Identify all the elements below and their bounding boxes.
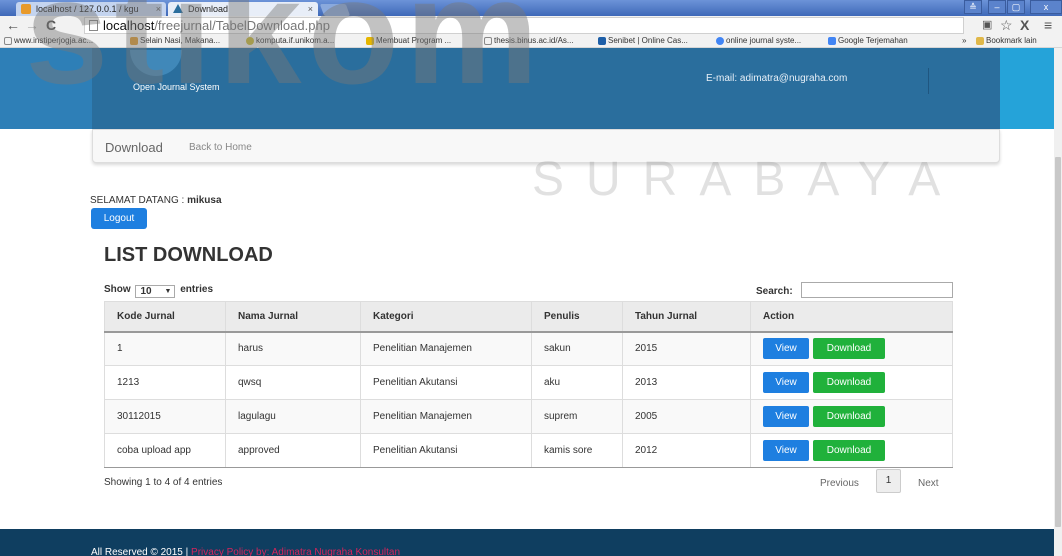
bookmark-item[interactable]: Senibet | Online Cas... <box>598 35 688 47</box>
download-button[interactable]: Download <box>813 406 885 427</box>
view-button[interactable]: View <box>763 372 809 393</box>
cell-penulis: kamis sore <box>531 433 623 468</box>
download-button[interactable]: Download <box>813 338 885 360</box>
bookmark-label: Bookmark lain <box>986 36 1037 45</box>
page-title: LIST DOWNLOAD <box>104 244 273 266</box>
cell-nama: approved <box>225 433 361 468</box>
cell-kategori: Penelitian Akutansi <box>360 365 532 400</box>
table-row: 30112015 lagulagu Penelitian Manajemen s… <box>104 399 953 434</box>
cell-tahun: 2005 <box>622 399 751 434</box>
table-header-row: Kode Jurnal Nama Jurnal Kategori Penulis… <box>104 301 953 333</box>
cell-action: View Download <box>750 331 953 366</box>
header-side-accent <box>1000 48 1062 129</box>
search-label: Search: <box>756 286 793 297</box>
back-to-home-link[interactable]: Back to Home <box>189 142 252 153</box>
bookmark-label: Senibet | Online Cas... <box>608 36 688 45</box>
view-button[interactable]: View <box>763 440 809 461</box>
cell-nama: harus <box>225 331 361 366</box>
folder-icon <box>976 37 984 45</box>
window-menu-button[interactable]: ≙ <box>964 0 982 14</box>
pagination-next[interactable]: Next <box>918 478 939 489</box>
cell-kode: coba upload app <box>104 433 226 468</box>
bookmark-item[interactable]: Google Terjemahan <box>828 35 908 47</box>
minimize-button[interactable]: – <box>988 0 1006 14</box>
cell-tahun: 2015 <box>622 331 751 366</box>
watermark-subtitle: SURABAYA <box>532 153 963 206</box>
view-button[interactable]: View <box>763 406 809 427</box>
bookmark-label: Google Terjemahan <box>838 36 908 45</box>
cell-nama: lagulagu <box>225 399 361 434</box>
table-row: coba upload app approved Penelitian Akut… <box>104 433 953 468</box>
cell-tahun: 2012 <box>622 433 751 468</box>
maximize-button[interactable]: ▢ <box>1007 0 1025 14</box>
cell-penulis: sakun <box>531 331 623 366</box>
dropdown-caret-icon: ▼ <box>164 288 172 295</box>
selected-length: 10 <box>140 286 152 297</box>
cell-penulis: aku <box>531 365 623 400</box>
close-window-button[interactable]: x <box>1030 0 1062 14</box>
translate-icon <box>828 37 836 45</box>
google-icon <box>716 37 724 45</box>
extension-x-icon[interactable]: X <box>1020 17 1029 34</box>
entries-per-page-select[interactable]: 10 ▼ <box>135 285 176 298</box>
cell-action: View Download <box>750 399 953 434</box>
chrome-menu-icon[interactable]: ≡ <box>1044 17 1052 34</box>
view-button[interactable]: View <box>763 338 809 360</box>
header-email: E-mail: adimatra@nugraha.com <box>706 73 848 84</box>
translate-icon[interactable]: ▣ <box>982 17 992 34</box>
welcome-label: SELAMAT DATANG : <box>90 195 185 206</box>
bookmark-folder[interactable]: Bookmark lain <box>976 35 1037 47</box>
cell-nama: qwsq <box>225 365 361 400</box>
cell-tahun: 2013 <box>622 365 751 400</box>
footer-copyright-text: All Reserved © 2015 | <box>91 547 189 556</box>
entries-length-control: Show 10 ▼ entries <box>104 284 213 298</box>
cell-kategori: Penelitian Manajemen <box>360 331 532 366</box>
cell-kode: 1213 <box>104 365 226 400</box>
header-divider <box>928 68 929 94</box>
table-row: 1 harus Penelitian Manajemen sakun 2015 … <box>104 331 953 366</box>
table-info: Showing 1 to 4 of 4 entries <box>104 477 223 488</box>
table-row: 1213 qwsq Penelitian Akutansi aku 2013 V… <box>104 365 953 400</box>
welcome-username: mikusa <box>187 195 222 206</box>
cell-kategori: Penelitian Manajemen <box>360 399 532 434</box>
footer-privacy-link[interactable]: Privacy Policy by: Adimatra Nugraha Kons… <box>191 547 400 556</box>
column-header-penulis[interactable]: Penulis <box>531 301 623 333</box>
entries-label: entries <box>180 284 214 295</box>
footer-copyright: All Reserved © 2015 | Privacy Policy by:… <box>91 547 400 556</box>
logout-button[interactable]: Logout <box>91 208 147 229</box>
cell-penulis: suprem <box>531 399 623 434</box>
search-input[interactable] <box>801 282 953 298</box>
bookmark-item[interactable]: online journal syste... <box>716 35 801 47</box>
column-header-tahun[interactable]: Tahun Jurnal <box>622 301 751 333</box>
column-header-nama[interactable]: Nama Jurnal <box>225 301 361 333</box>
pagination-page-1[interactable]: 1 <box>876 469 901 493</box>
column-header-kode[interactable]: Kode Jurnal <box>104 301 226 333</box>
cell-action: View Download <box>750 365 953 400</box>
show-label: Show <box>104 284 131 295</box>
scrollbar-thumb[interactable] <box>1055 157 1061 527</box>
cell-action: View Download <box>750 433 953 468</box>
download-button[interactable]: Download <box>813 372 885 393</box>
more-bookmarks-chevron-icon[interactable]: » <box>962 35 966 47</box>
cell-kode: 1 <box>104 331 226 366</box>
download-table: Kode Jurnal Nama Jurnal Kategori Penulis… <box>104 301 953 468</box>
watermark-logo: stikom <box>25 0 545 115</box>
column-header-action: Action <box>750 301 953 333</box>
pagination-previous[interactable]: Previous <box>820 478 859 489</box>
welcome-message: SELAMAT DATANG : mikusa <box>90 195 222 206</box>
bookmark-star-icon[interactable]: ☆ <box>1000 17 1013 34</box>
cell-kode: 30112015 <box>104 399 226 434</box>
bookmark-label: online journal syste... <box>726 36 802 45</box>
senibet-icon <box>598 37 606 45</box>
back-arrow-icon[interactable]: ← <box>6 17 20 34</box>
page-icon <box>4 37 12 45</box>
download-button[interactable]: Download <box>813 440 885 461</box>
navbar-brand-download[interactable]: Download <box>105 140 163 155</box>
cell-kategori: Penelitian Akutansi <box>360 433 532 468</box>
column-header-kategori[interactable]: Kategori <box>360 301 532 333</box>
